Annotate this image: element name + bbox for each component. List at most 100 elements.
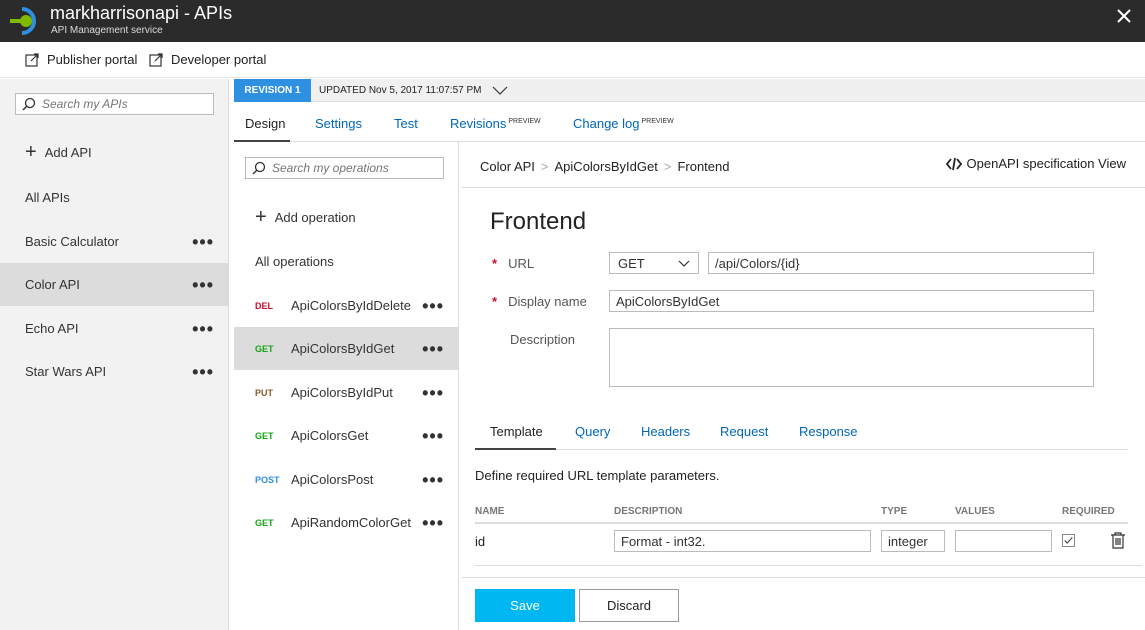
operation-name: ApiRandomColorGet [291,515,411,530]
more-options-icon[interactable]: ••• [422,340,444,358]
column-header-description: DESCRIPTION [614,506,683,517]
more-options-icon[interactable]: ••• [422,384,444,402]
operation-item[interactable]: PUT ApiColorsByIdPut ••• [234,371,459,414]
plus-icon: + [255,206,267,228]
breadcrumb-separator: > [540,159,549,174]
trash-icon[interactable] [1110,532,1126,549]
operations-panel: + Add operation All operations DEL ApiCo… [234,142,459,630]
http-verb-badge: GET [255,430,274,441]
http-verb-badge: DEL [255,300,273,311]
api-item-label: Basic Calculator [25,234,119,249]
api-item-echo-api[interactable]: Echo API ••• [0,307,229,350]
close-icon[interactable] [1113,5,1135,27]
operation-item[interactable]: DEL ApiColorsByIdDelete ••• [234,284,459,327]
description-textarea[interactable] [609,328,1094,387]
http-verb-badge: POST [255,474,280,485]
tab-headers[interactable]: Headers [641,424,690,439]
plus-icon: + [25,141,37,163]
more-options-icon[interactable]: ••• [422,297,444,315]
table-header-divider [475,522,1128,524]
api-item-basic-calculator[interactable]: Basic Calculator ••• [0,220,229,263]
tab-test[interactable]: Test [394,116,418,131]
parameter-tabs: Template Query Headers Request Response [475,420,1128,450]
api-list-panel: + Add API All APIs Basic Calculator ••• … [0,79,229,630]
tab-settings[interactable]: Settings [315,116,362,131]
more-options-icon[interactable]: ••• [192,233,214,251]
breadcrumb-separator: > [663,159,672,174]
more-options-icon[interactable]: ••• [192,276,214,294]
api-item-label: All APIs [25,190,70,205]
column-header-name: NAME [475,506,505,517]
column-header-required: REQUIRED [1062,506,1115,517]
template-description: Define required URL template parameters. [475,468,720,483]
more-options-icon[interactable]: ••• [192,363,214,381]
tab-request[interactable]: Request [720,424,768,439]
revision-badge[interactable]: REVISION 1 [234,79,311,102]
http-method-select[interactable]: GET [609,252,699,274]
save-button[interactable]: Save [475,589,575,622]
operation-name: ApiColorsPost [291,472,374,487]
required-marker: * [492,294,498,309]
publisher-portal-button[interactable]: Publisher portal [25,52,137,67]
operations-search-input[interactable] [272,161,430,175]
preview-tag: PREVIEW [508,117,541,125]
discard-button[interactable]: Discard [579,589,679,622]
add-api-label: Add API [44,145,92,160]
add-operation-button[interactable]: + Add operation [234,196,459,239]
api-management-logo-icon [10,7,36,35]
footer-divider [462,577,1145,578]
more-options-icon[interactable]: ••• [422,427,444,445]
display-name-input[interactable]: ApiColorsByIdGet [609,290,1094,312]
api-item-all-apis[interactable]: All APIs [0,176,229,219]
operation-item[interactable]: GET ApiRandomColorGet ••• [234,501,459,544]
all-operations-item[interactable]: All operations [234,240,459,283]
tab-revisions[interactable]: Revisions PREVIEW [450,116,541,131]
more-options-icon[interactable]: ••• [422,514,444,532]
tab-template[interactable]: Template [490,424,543,439]
operation-name: ApiColorsByIdGet [291,341,395,356]
tab-design[interactable]: Design [245,116,285,131]
api-search-box[interactable] [15,93,214,115]
api-tabs: Design Settings Test Revisions PREVIEW Ch… [234,102,1145,142]
operation-item[interactable]: POST ApiColorsPost ••• [234,458,459,501]
more-options-icon[interactable]: ••• [192,320,214,338]
code-icon [945,157,962,170]
breadcrumb-item[interactable]: Color API [480,159,535,174]
add-api-button[interactable]: + Add API [0,131,229,174]
search-icon [22,97,36,111]
display-name-value: ApiColorsByIdGet [616,293,720,309]
param-values-input[interactable] [955,530,1052,552]
tab-change-log[interactable]: Change log PREVIEW [573,116,674,131]
external-link-icon [25,52,39,67]
api-item-label: Echo API [25,321,79,336]
http-verb-badge: GET [255,343,274,354]
api-item-label: Star Wars API [25,364,107,379]
required-checkbox[interactable] [1062,534,1075,547]
url-template-input[interactable]: /api/Colors/{id} [708,252,1094,274]
more-options-icon[interactable]: ••• [422,471,444,489]
operation-item[interactable]: GET ApiColorsByIdGet ••• [234,327,459,370]
developer-portal-button[interactable]: Developer portal [149,52,266,67]
api-item-star-wars-api[interactable]: Star Wars API ••• [0,350,229,393]
tab-query[interactable]: Query [575,424,610,439]
api-item-color-api[interactable]: Color API ••• [0,263,229,306]
param-description-input[interactable]: Format - int32. [614,530,871,552]
chevron-down-icon[interactable] [492,83,508,97]
chevron-down-icon [678,260,690,267]
http-verb-badge: PUT [255,387,273,398]
api-item-label: Color API [25,277,80,292]
http-verb-badge: GET [255,517,274,528]
openapi-spec-view-button[interactable]: OpenAPI specification View [945,156,1126,171]
preview-tag: PREVIEW [641,117,674,125]
param-type-input[interactable]: integer [881,530,945,552]
tab-response[interactable]: Response [799,424,858,439]
breadcrumb-item[interactable]: ApiColorsByIdGet [555,159,658,174]
column-header-values: VALUES [955,506,995,517]
url-template-value: /api/Colors/{id} [715,255,800,271]
api-search-input[interactable] [42,97,200,111]
param-name: id [475,534,486,549]
revision-bar: REVISION 1 UPDATED Nov 5, 2017 11:07:57 … [234,79,1145,102]
operations-search-box[interactable] [245,157,444,179]
table-row-divider [475,565,1142,566]
operation-item[interactable]: GET ApiColorsGet ••• [234,414,459,457]
